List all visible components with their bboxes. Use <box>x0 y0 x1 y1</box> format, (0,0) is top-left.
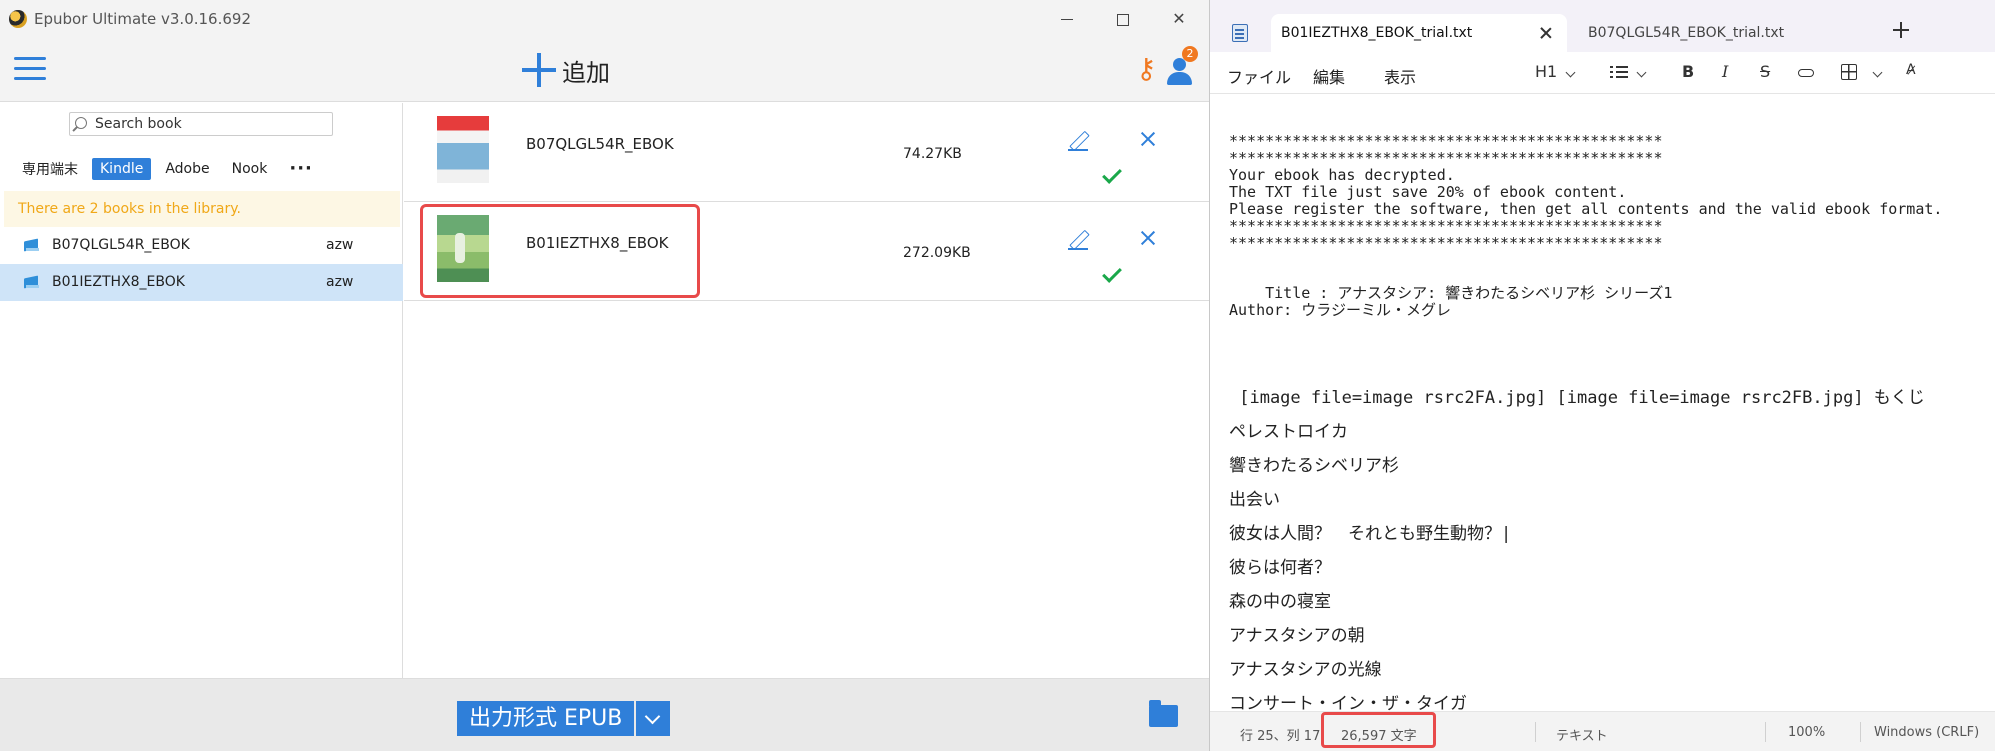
conversion-name: B07QLGL54R_EBOK <box>526 135 674 153</box>
conversion-size: 272.09KB <box>903 245 971 261</box>
epubor-window: Epubor Ultimate v3.0.16.692 ✕ 追加 ⚷ 2 専用端… <box>0 0 1209 751</box>
search-box[interactable] <box>69 112 333 136</box>
library-item-format: azw <box>326 274 354 290</box>
notepad-window: B01IEZTHX8_EBOK_trial.txt B07QLGL54R_EBO… <box>1209 0 1995 751</box>
text-line: ****************************************… <box>1229 149 1663 167</box>
text-line: 響きわたるシベリア杉 <box>1229 456 1399 476</box>
tab-device[interactable]: 専用端末 <box>14 156 86 182</box>
tab-kindle[interactable]: Kindle <box>92 158 152 180</box>
text-line: アナスタシアの光線 <box>1229 660 1382 680</box>
text-line: 出会い <box>1229 490 1280 510</box>
notepad-menubar: ファイル 編集 表示 H1 B I S A̷ <box>1210 52 1995 94</box>
text-line: ペレストロイカ <box>1229 422 1348 442</box>
remove-icon[interactable] <box>1139 229 1157 247</box>
epubor-titlebar: Epubor Ultimate v3.0.16.692 ✕ <box>0 0 1209 38</box>
bottom-bar: 出力形式 EPUB <box>0 678 1209 751</box>
key-icon[interactable]: ⚷ <box>1136 52 1157 86</box>
spellcheck-icon[interactable]: A̷ <box>1906 62 1916 78</box>
book-icon <box>24 275 40 290</box>
device-tabs: 専用端末 Kindle Adobe Nook ··· <box>14 157 321 181</box>
library-notice: There are 2 books in the library. <box>4 191 400 227</box>
cursor-position: 行 25、列 17 <box>1240 729 1321 744</box>
more-tabs-icon[interactable]: ··· <box>281 160 321 178</box>
heading-button[interactable]: H1 <box>1535 62 1557 81</box>
folder-icon[interactable] <box>1149 700 1178 727</box>
text-line: アナスタシアの朝 <box>1229 626 1365 646</box>
encoding[interactable]: Windows (CRLF) <box>1874 725 1979 740</box>
text-line-author: Author: ウラジーミル・メグレ <box>1229 301 1451 319</box>
text-line: Please register the software, then get a… <box>1229 200 1943 218</box>
text-line: 彼らは何者？ <box>1229 558 1331 578</box>
list-icon[interactable] <box>1610 66 1628 78</box>
italic-icon[interactable]: I <box>1722 62 1728 81</box>
window-title: Epubor Ultimate v3.0.16.692 <box>34 10 252 28</box>
notepad-tabbar: B01IEZTHX8_EBOK_trial.txt B07QLGL54R_EBO… <box>1210 0 1995 52</box>
tab-label: B07QLGL54R_EBOK_trial.txt <box>1588 25 1785 41</box>
text-line: ****************************************… <box>1229 217 1663 235</box>
file-type: テキスト <box>1556 729 1608 744</box>
strikethrough-icon[interactable]: S <box>1760 62 1770 81</box>
link-icon[interactable] <box>1798 69 1814 77</box>
tab-inactive-file[interactable]: B07QLGL54R_EBOK_trial.txt <box>1578 14 1798 52</box>
menu-edit[interactable]: 編集 <box>1313 64 1345 88</box>
menu-icon[interactable] <box>14 55 46 83</box>
library-sidebar: 専用端末 Kindle Adobe Nook ··· There are 2 b… <box>0 103 403 678</box>
tab-adobe[interactable]: Adobe <box>157 158 217 180</box>
edit-icon[interactable] <box>1068 230 1088 250</box>
search-icon <box>75 117 87 129</box>
text-line: [image file=image rsrc2FA.jpg] [image fi… <box>1229 388 1925 408</box>
output-format-label: 出力形式 EPUB <box>457 701 635 736</box>
text-line: The TXT file just save 20% of ebook cont… <box>1229 183 1627 201</box>
add-label: 追加 <box>562 58 610 87</box>
output-format-button[interactable]: 出力形式 EPUB <box>457 701 671 736</box>
notification-badge: 2 <box>1182 46 1198 62</box>
conversion-row[interactable]: B07QLGL54R_EBOK 74.27KB <box>404 103 1209 202</box>
tab-active-file[interactable]: B01IEZTHX8_EBOK_trial.txt <box>1271 14 1567 52</box>
maximize-button[interactable] <box>1111 8 1133 30</box>
toolbar: 追加 ⚷ 2 <box>0 38 1209 102</box>
library-item-format: azw <box>326 237 354 253</box>
selection-highlight <box>420 204 700 298</box>
char-count-highlight <box>1321 712 1436 748</box>
text-line: ****************************************… <box>1229 234 1663 252</box>
text-line: ****************************************… <box>1229 132 1663 150</box>
tab-nook[interactable]: Nook <box>224 158 276 180</box>
close-tab-icon[interactable] <box>1540 27 1552 39</box>
add-book-button[interactable]: 追加 <box>522 49 610 91</box>
close-window-button[interactable]: ✕ <box>1168 8 1190 30</box>
plus-icon <box>522 53 556 87</box>
bold-icon[interactable]: B <box>1682 62 1694 81</box>
tab-label: B01IEZTHX8_EBOK_trial.txt <box>1281 25 1473 41</box>
library-item-name: B01IEZTHX8_EBOK <box>52 274 185 290</box>
chevron-down-icon[interactable] <box>1872 67 1883 78</box>
book-icon <box>24 238 40 253</box>
edit-icon[interactable] <box>1068 131 1088 151</box>
text-line: Your ebook has decrypted. <box>1229 166 1455 184</box>
conversion-list: B07QLGL54R_EBOK 74.27KB B01IEZTHX8_EBOK … <box>404 103 1209 678</box>
menu-view[interactable]: 表示 <box>1384 64 1416 88</box>
table-icon[interactable] <box>1841 64 1857 80</box>
menu-file[interactable]: ファイル <box>1227 64 1291 88</box>
book-cover-image <box>437 116 489 183</box>
chevron-down-icon[interactable] <box>1636 67 1647 78</box>
search-input[interactable] <box>95 115 325 133</box>
library-item-name: B07QLGL54R_EBOK <box>52 237 190 253</box>
chevron-down-icon[interactable] <box>1565 67 1576 78</box>
text-line: 森の中の寝室 <box>1229 592 1331 612</box>
notepad-app-icon <box>1232 24 1248 42</box>
check-icon <box>1102 164 1122 184</box>
minimize-button[interactable] <box>1056 8 1078 30</box>
new-tab-icon[interactable] <box>1893 22 1909 38</box>
epubor-app-icon <box>9 10 27 28</box>
zoom-level[interactable]: 100% <box>1788 725 1825 740</box>
text-line: 彼女は人間？ それとも野生動物？| <box>1229 524 1512 544</box>
conversion-size: 74.27KB <box>903 146 962 162</box>
library-item-selected[interactable]: B01IEZTHX8_EBOK azw <box>0 264 403 301</box>
check-icon <box>1102 263 1122 283</box>
text-editor[interactable]: ****************************************… <box>1229 132 1989 714</box>
chevron-down-icon[interactable] <box>636 701 671 736</box>
remove-icon[interactable] <box>1139 130 1157 148</box>
library-item[interactable]: B07QLGL54R_EBOK azw <box>0 227 403 264</box>
